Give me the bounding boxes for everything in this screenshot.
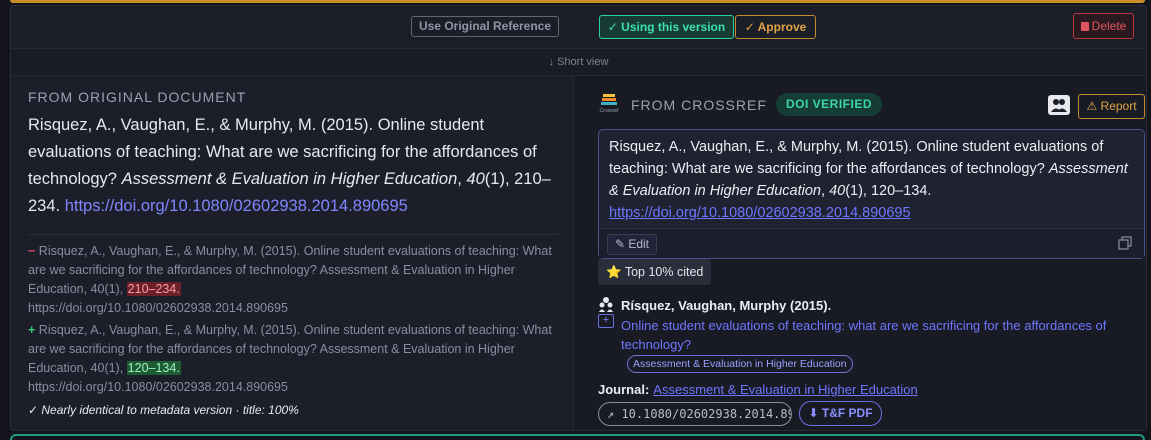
- top-cited-badge: ⭐ Top 10% cited: [598, 259, 712, 285]
- diff-removed-highlight: 210–234.: [126, 282, 181, 296]
- diff-removed-sign: −: [28, 244, 36, 258]
- original-doi-link[interactable]: https://doi.org/10.1080/02602938.2014.89…: [65, 197, 408, 215]
- divider: [28, 234, 559, 235]
- doi-verified-badge: DOI VERIFIED: [776, 93, 883, 116]
- citation-footer: ✎ Edit: [599, 228, 1144, 258]
- journal-line: Journal: Assessment & Evaluation in Highe…: [598, 382, 918, 397]
- copy-icon[interactable]: [1118, 236, 1132, 250]
- pdf-download-button[interactable]: ⬇ T&F PDF: [799, 401, 882, 426]
- use-original-button[interactable]: Use Original Reference: [411, 16, 559, 37]
- people-icon: [599, 297, 613, 312]
- journal-label: Journal:: [598, 382, 650, 397]
- diff-removed-line: − Risquez, A., Vaughan, E., & Murphy, M.…: [28, 242, 553, 318]
- work-authors: Rísquez, Vaughan, Murphy (2015).: [621, 298, 832, 313]
- original-volume: 40: [466, 170, 485, 188]
- reference-card: Use Original Reference ✓ Using this vers…: [10, 5, 1147, 431]
- star-icon: ⭐: [606, 265, 622, 279]
- crossref-logo-icon: Crossref: [600, 94, 620, 114]
- top-cited-label: Top 10% cited: [624, 265, 704, 279]
- crossref-volume: 40: [829, 183, 846, 199]
- doi-pill[interactable]: ↗ 10.1080/02602938.2014.890695: [598, 402, 792, 426]
- delete-button[interactable]: Delete: [1073, 13, 1134, 39]
- delete-label: Delete: [1091, 19, 1127, 33]
- crossref-panel: Crossref FROM CROSSREF DOI VERIFIED ⚠ Re…: [573, 76, 1146, 430]
- svg-text:Crossref: Crossref: [600, 108, 620, 114]
- crossref-issue-pages: (1), 120–134.: [845, 183, 932, 199]
- crossref-doi-link[interactable]: https://doi.org/10.1080/02602938.2014.89…: [609, 205, 911, 221]
- edit-button[interactable]: ✎ Edit: [607, 234, 657, 255]
- diff-added-line: + Risquez, A., Vaughan, E., & Murphy, M.…: [28, 321, 553, 397]
- next-card-edge: [10, 434, 1145, 440]
- journal-tag: Assessment & Evaluation in Higher Educat…: [627, 355, 853, 373]
- original-citation: Risquez, A., Vaughan, E., & Murphy, M. (…: [28, 116, 551, 215]
- short-view-toggle[interactable]: ↓ Short view: [11, 48, 1146, 76]
- diff-removed-doi: https://doi.org/10.1080/02602938.2014.89…: [28, 301, 288, 315]
- trash-icon: [1080, 22, 1089, 31]
- diff-added-doi: https://doi.org/10.1080/02602938.2014.89…: [28, 380, 288, 394]
- diff-added-sign: +: [28, 323, 36, 337]
- report-button[interactable]: ⚠ Report: [1078, 94, 1145, 119]
- diff-added-text: Risquez, A., Vaughan, E., & Murphy, M. (…: [28, 323, 552, 375]
- crossref-heading: FROM CROSSREF: [631, 97, 767, 113]
- similarity-note: ✓ Nearly identical to metadata version ·…: [28, 403, 299, 417]
- journal-link[interactable]: Assessment & Evaluation in Higher Educat…: [653, 382, 917, 397]
- using-version-button[interactable]: ✓ Using this version: [599, 15, 734, 39]
- crossref-citation-text: Risquez, A., Vaughan, E., & Murphy, M. (…: [609, 139, 1104, 177]
- work-title-link[interactable]: Online student evaluations of teaching: …: [621, 316, 1141, 354]
- original-panel: FROM ORIGINAL DOCUMENT Risquez, A., Vaug…: [11, 76, 572, 430]
- approve-button[interactable]: ✓ Approve: [735, 15, 816, 39]
- diff-added-highlight: 120–134.: [126, 361, 181, 375]
- people-icon-svg: [1051, 99, 1067, 112]
- diff-removed-text: Risquez, A., Vaughan, E., & Murphy, M. (…: [28, 244, 552, 296]
- people-icon[interactable]: [1048, 95, 1070, 115]
- crossref-citation: Risquez, A., Vaughan, E., & Murphy, M. (…: [609, 139, 1128, 221]
- action-toolbar: Use Original Reference ✓ Using this vers…: [11, 6, 1146, 46]
- crossref-citation-box: Risquez, A., Vaughan, E., & Murphy, M. (…: [598, 129, 1145, 259]
- add-icon[interactable]: +: [598, 314, 614, 328]
- original-journal: Assessment & Evaluation in Higher Educat…: [121, 170, 458, 188]
- original-heading: FROM ORIGINAL DOCUMENT: [28, 89, 247, 105]
